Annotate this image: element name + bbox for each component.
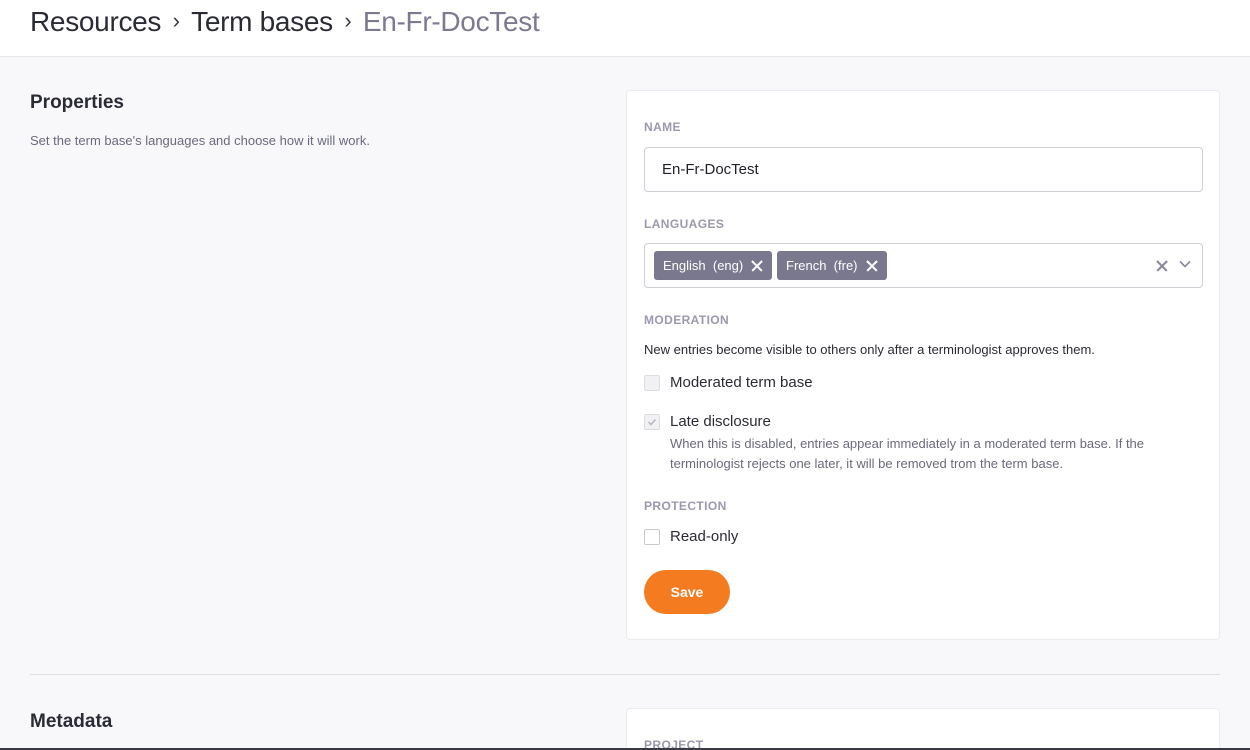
breadcrumb-separator: › <box>344 8 352 33</box>
late-disclosure-label: Late disclosure <box>670 413 771 430</box>
close-icon[interactable] <box>1155 259 1169 273</box>
name-label: NAME <box>644 120 681 134</box>
breadcrumb-separator: › <box>172 8 180 33</box>
late-disclosure-checkbox[interactable] <box>644 414 660 430</box>
moderation-label: MODERATION <box>644 313 730 327</box>
moderated-checkbox[interactable] <box>644 375 660 391</box>
languages-label: LANGUAGES <box>644 217 725 231</box>
protection-label: PROTECTION <box>644 499 727 513</box>
language-tag-label: French (fre) <box>786 258 858 273</box>
checkmark-icon <box>647 418 657 426</box>
properties-title: Properties <box>30 92 124 113</box>
late-disclosure-option[interactable]: Late disclosure <box>644 414 771 430</box>
name-input-value: En-Fr-DocTest <box>662 161 759 178</box>
read-only-label: Read-only <box>670 528 739 545</box>
metadata-card: PROJECT <box>626 708 1220 750</box>
close-icon[interactable] <box>865 259 879 273</box>
breadcrumb-term-bases[interactable]: Term bases <box>191 6 333 38</box>
moderation-description: New entries become visible to others onl… <box>644 342 1095 357</box>
breadcrumb: Resources › Term bases › En-Fr-DocTest <box>30 6 540 38</box>
chevron-down-icon[interactable] <box>1178 257 1192 271</box>
section-divider <box>30 674 1220 675</box>
read-only-checkbox[interactable] <box>644 529 660 545</box>
moderated-term-base-option[interactable]: Moderated term base <box>644 375 813 391</box>
breadcrumb-resources[interactable]: Resources <box>30 6 161 38</box>
properties-description: Set the term base's languages and choose… <box>30 133 370 148</box>
top-bar: Resources › Term bases › En-Fr-DocTest <box>0 0 1250 57</box>
save-button[interactable]: Save <box>644 570 730 614</box>
language-tag-english: English (eng) <box>654 251 772 280</box>
moderated-label: Moderated term base <box>670 374 813 391</box>
read-only-option[interactable]: Read-only <box>644 529 738 545</box>
name-input[interactable]: En-Fr-DocTest <box>644 147 1203 192</box>
language-tag-french: French (fre) <box>777 251 887 280</box>
late-disclosure-help: When this is disabled, entries appear im… <box>670 436 1145 471</box>
language-tag-label: English (eng) <box>663 258 744 273</box>
breadcrumb-current: En-Fr-DocTest <box>362 6 540 37</box>
languages-select[interactable]: English (eng) French (fre) <box>644 243 1203 288</box>
close-icon[interactable] <box>750 259 764 273</box>
metadata-title: Metadata <box>30 711 113 732</box>
properties-card: NAME En-Fr-DocTest LANGUAGES English (en… <box>626 90 1220 640</box>
